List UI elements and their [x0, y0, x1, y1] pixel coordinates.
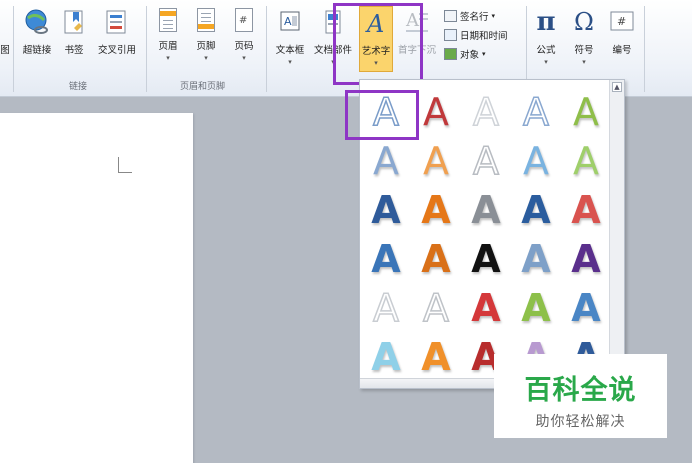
page-number-button[interactable]: # 页码 ▾ [228, 6, 260, 72]
wordart-style-item[interactable]: A [362, 139, 410, 183]
object-icon [444, 48, 457, 60]
hyperlink-button[interactable]: 超链接 [18, 6, 56, 72]
object-button[interactable]: 对象 ▾ [444, 46, 486, 62]
first-wordart-style-highlight [345, 90, 419, 140]
dropdown-arrow-icon: ▾ [288, 58, 292, 66]
scroll-up-icon[interactable]: ▲ [612, 82, 622, 92]
truncated-button[interactable]: 图 [0, 6, 14, 72]
dropdown-arrow-icon: ▾ [482, 50, 486, 58]
dropdown-arrow-icon: ▾ [166, 54, 170, 62]
wordart-style-item[interactable]: A [512, 286, 560, 330]
signature-icon [444, 10, 457, 22]
header-icon [159, 8, 177, 32]
dropdown-arrow-icon: ▾ [582, 58, 586, 66]
header-button[interactable]: 页眉 ▾ [152, 6, 184, 72]
margin-corner-mark [118, 157, 132, 173]
wordart-style-item[interactable]: A [412, 90, 460, 134]
footer-button[interactable]: 页脚 ▾ [190, 6, 222, 72]
watermark-subtitle: 助你轻松解决 [535, 414, 626, 430]
wordart-style-item[interactable]: A [462, 286, 510, 330]
wordart-style-item[interactable]: A [362, 237, 410, 281]
wordart-style-item[interactable]: A [362, 335, 410, 379]
page-number-icon: # [235, 8, 253, 32]
wordart-style-item[interactable]: A [462, 237, 510, 281]
watermark-title: 百科全说 [524, 375, 637, 406]
text-box-button[interactable]: A 文本框 ▾ [272, 6, 308, 72]
wordart-style-item[interactable]: A [512, 188, 560, 232]
wordart-style-item[interactable]: A [412, 139, 460, 183]
wordart-style-item[interactable]: A [512, 139, 560, 183]
date-time-button[interactable]: 日期和时间 [444, 27, 508, 43]
wordart-style-item[interactable]: A [462, 89, 510, 135]
svg-text:#: # [617, 15, 626, 28]
equation-label: 公式 [536, 45, 556, 56]
wordart-style-item[interactable]: A [362, 285, 410, 331]
svg-text:A: A [284, 15, 292, 28]
wordart-style-item[interactable]: A [412, 285, 460, 331]
calendar-icon [444, 29, 457, 41]
number-button[interactable]: # 编号 [606, 6, 638, 72]
text-box-label: 文本框 [275, 45, 305, 56]
globe-link-icon [24, 8, 50, 36]
wordart-style-item[interactable]: A [562, 286, 610, 330]
wordart-style-item[interactable]: A [462, 138, 510, 184]
header-label: 页眉 [158, 41, 178, 52]
wordart-style-item[interactable]: A [512, 89, 560, 135]
text-box-icon: A [277, 8, 303, 36]
pi-icon: π [536, 7, 556, 37]
wordart-style-item[interactable]: A [562, 237, 610, 281]
symbol-button[interactable]: Ω 符号 ▾ [568, 6, 600, 72]
wordart-style-item[interactable]: A [362, 188, 410, 232]
dropdown-arrow-icon: ▾ [242, 54, 246, 62]
hyperlink-label: 超链接 [22, 45, 52, 56]
page-number-label: 页码 [234, 41, 254, 52]
cross-reference-icon [104, 8, 130, 36]
cross-reference-button[interactable]: 交叉引用 [93, 6, 141, 72]
wordart-style-item[interactable]: A [462, 188, 510, 232]
footer-label: 页脚 [196, 41, 216, 52]
links-group-label: 链接 [69, 82, 88, 92]
omega-icon: Ω [574, 8, 594, 36]
watermark: 百科全说 助你轻松解决 [494, 354, 667, 438]
group-separator [266, 6, 267, 92]
group-separator [644, 6, 645, 92]
dropdown-arrow-icon: ▾ [204, 54, 208, 62]
wordart-style-item[interactable]: A [562, 139, 610, 183]
wordart-style-item[interactable]: A [412, 335, 460, 379]
wordart-style-item[interactable]: A [562, 188, 610, 232]
wordart-style-item[interactable]: A [412, 237, 460, 281]
group-separator [146, 6, 147, 92]
wordart-style-item[interactable]: A [412, 188, 460, 232]
bookmark-label: 书签 [64, 45, 84, 56]
number-icon: # [609, 8, 635, 36]
document-page[interactable] [0, 113, 193, 463]
bookmark-button[interactable]: 书签 [60, 6, 88, 72]
symbol-label: 符号 [574, 45, 594, 56]
dropdown-arrow-icon: ▾ [544, 58, 548, 66]
dropdown-arrow-icon: ▾ [491, 12, 496, 20]
signature-line-button[interactable]: 签名行 ▾ [444, 8, 495, 24]
footer-icon [197, 8, 215, 32]
wordart-style-item[interactable]: A [562, 90, 610, 134]
wordart-style-item[interactable]: A [512, 237, 560, 281]
group-separator [13, 6, 14, 92]
wordart-button-highlight [333, 3, 423, 85]
bookmark-icon [61, 8, 87, 36]
equation-button[interactable]: π 公式 ▾ [530, 6, 562, 72]
number-label: 编号 [612, 45, 632, 56]
header-footer-group-label: 页眉和页脚 [180, 82, 226, 92]
gallery-scrollbar[interactable]: ▲ [609, 80, 624, 388]
cross-reference-label: 交叉引用 [97, 45, 136, 56]
